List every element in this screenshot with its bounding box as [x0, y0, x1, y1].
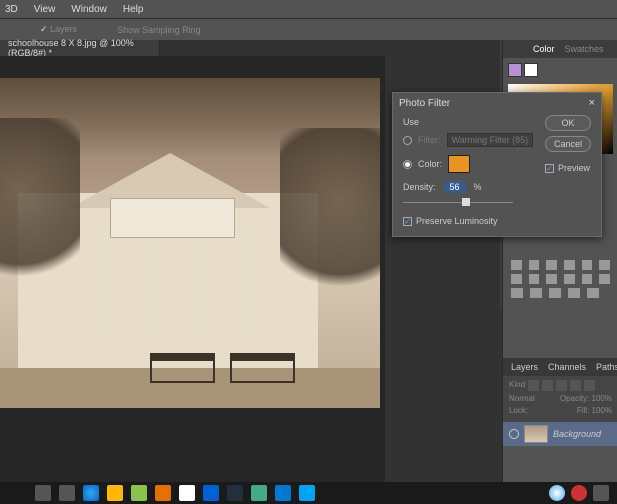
- filter-smart-icon[interactable]: [584, 380, 595, 391]
- preview-checkbox[interactable]: ✓: [545, 164, 554, 173]
- close-icon[interactable]: ×: [589, 97, 595, 109]
- option-sampling-ring[interactable]: Show Sampling Ring: [117, 25, 201, 35]
- visibility-eye-icon[interactable]: [509, 429, 519, 439]
- tab-paths[interactable]: Paths: [596, 362, 617, 372]
- layer-thumbnail[interactable]: [524, 425, 548, 443]
- tab-swatches[interactable]: Swatches: [565, 44, 604, 54]
- canvas-area: [0, 56, 385, 486]
- layers-panel: Layers Channels Paths Kind Normal Opacit…: [503, 358, 617, 446]
- density-label: Density:: [403, 182, 436, 192]
- adj-levels-icon[interactable]: [529, 260, 540, 270]
- app-icon[interactable]: [155, 485, 171, 501]
- filter-type-icon[interactable]: [556, 380, 567, 391]
- layer-name: Background: [553, 429, 601, 439]
- adj-icon[interactable]: [582, 260, 593, 270]
- preserve-luminosity-checkbox[interactable]: ✓: [403, 217, 412, 226]
- density-slider[interactable]: [403, 198, 513, 208]
- filter-dropdown[interactable]: Warming Filter (85): [447, 133, 534, 147]
- layer-filter-kind: Kind: [509, 380, 525, 391]
- adjustments-panel: [503, 255, 617, 307]
- mail-icon[interactable]: [275, 485, 291, 501]
- search-icon[interactable]: [35, 485, 51, 501]
- adj-brightness-icon[interactable]: [511, 260, 522, 270]
- ok-button[interactable]: OK: [545, 115, 591, 131]
- app-icon[interactable]: [131, 485, 147, 501]
- adj-hue-icon[interactable]: [529, 274, 540, 284]
- cancel-button[interactable]: Cancel: [545, 136, 591, 152]
- app-icon[interactable]: [251, 485, 267, 501]
- amazon-icon[interactable]: [227, 485, 243, 501]
- photoshop-icon[interactable]: [299, 485, 315, 501]
- app-icon[interactable]: [179, 485, 195, 501]
- tab-layers[interactable]: Layers: [511, 362, 538, 372]
- foreground-swatch[interactable]: [508, 63, 522, 77]
- adj-icon[interactable]: [587, 288, 599, 298]
- adj-posterize-icon[interactable]: [530, 288, 542, 298]
- slider-thumb[interactable]: [462, 198, 470, 206]
- adj-curves-icon[interactable]: [546, 260, 557, 270]
- tab-color[interactable]: Color: [533, 44, 555, 54]
- lock-controls[interactable]: Lock:: [509, 406, 528, 415]
- preview-label: Preview: [558, 163, 590, 173]
- tray-icon[interactable]: [571, 485, 587, 501]
- taskview-icon[interactable]: [59, 485, 75, 501]
- density-input[interactable]: 56: [444, 181, 466, 193]
- blend-mode-select[interactable]: Normal: [509, 394, 535, 403]
- adj-vibrance-icon[interactable]: [511, 274, 522, 284]
- adj-exposure-icon[interactable]: [564, 260, 575, 270]
- menu-help[interactable]: Help: [123, 4, 144, 15]
- adj-photofilter-icon[interactable]: [564, 274, 575, 284]
- density-suffix: %: [474, 182, 482, 192]
- adj-icon[interactable]: [582, 274, 593, 284]
- windows-taskbar: [0, 482, 617, 504]
- adj-threshold-icon[interactable]: [549, 288, 561, 298]
- adj-gradmap-icon[interactable]: [568, 288, 580, 298]
- menu-view[interactable]: View: [34, 4, 56, 15]
- filter-radio[interactable]: [403, 136, 412, 145]
- photo-filter-dialog: Photo Filter × OK Cancel ✓ Preview Use F…: [392, 92, 602, 237]
- tab-channels[interactable]: Channels: [548, 362, 586, 372]
- filter-shape-icon[interactable]: [570, 380, 581, 391]
- menu-window[interactable]: Window: [71, 4, 107, 15]
- app-menubar: 3D View Window Help: [0, 0, 617, 18]
- adj-bw-icon[interactable]: [546, 274, 557, 284]
- document-canvas[interactable]: [0, 78, 380, 408]
- adj-icon[interactable]: [599, 260, 610, 270]
- options-bar: Layers Show Sampling Ring: [0, 18, 617, 40]
- color-swatch[interactable]: [448, 155, 470, 173]
- adj-invert-icon[interactable]: [511, 288, 523, 298]
- dialog-title: Photo Filter: [399, 98, 450, 109]
- filter-radio-label: Filter:: [418, 135, 441, 145]
- preserve-luminosity-label: Preserve Luminosity: [416, 216, 498, 226]
- color-radio[interactable]: [403, 160, 412, 169]
- document-tab[interactable]: schoolhouse 8 X 8.jpg @ 100% (RGB/8#) *: [0, 40, 160, 56]
- background-swatch[interactable]: [524, 63, 538, 77]
- tray-icon[interactable]: [549, 485, 565, 501]
- edge-icon[interactable]: [83, 485, 99, 501]
- layer-row-background[interactable]: Background: [503, 422, 617, 446]
- menu-3d[interactable]: 3D: [5, 4, 18, 15]
- explorer-icon[interactable]: [107, 485, 123, 501]
- dropbox-icon[interactable]: [203, 485, 219, 501]
- color-radio-label: Color:: [418, 159, 442, 169]
- option-layers[interactable]: Layers: [40, 24, 77, 35]
- tray-chevron-icon[interactable]: [593, 485, 609, 501]
- adj-icon[interactable]: [599, 274, 610, 284]
- filter-pixel-icon[interactable]: [528, 380, 539, 391]
- filter-adj-icon[interactable]: [542, 380, 553, 391]
